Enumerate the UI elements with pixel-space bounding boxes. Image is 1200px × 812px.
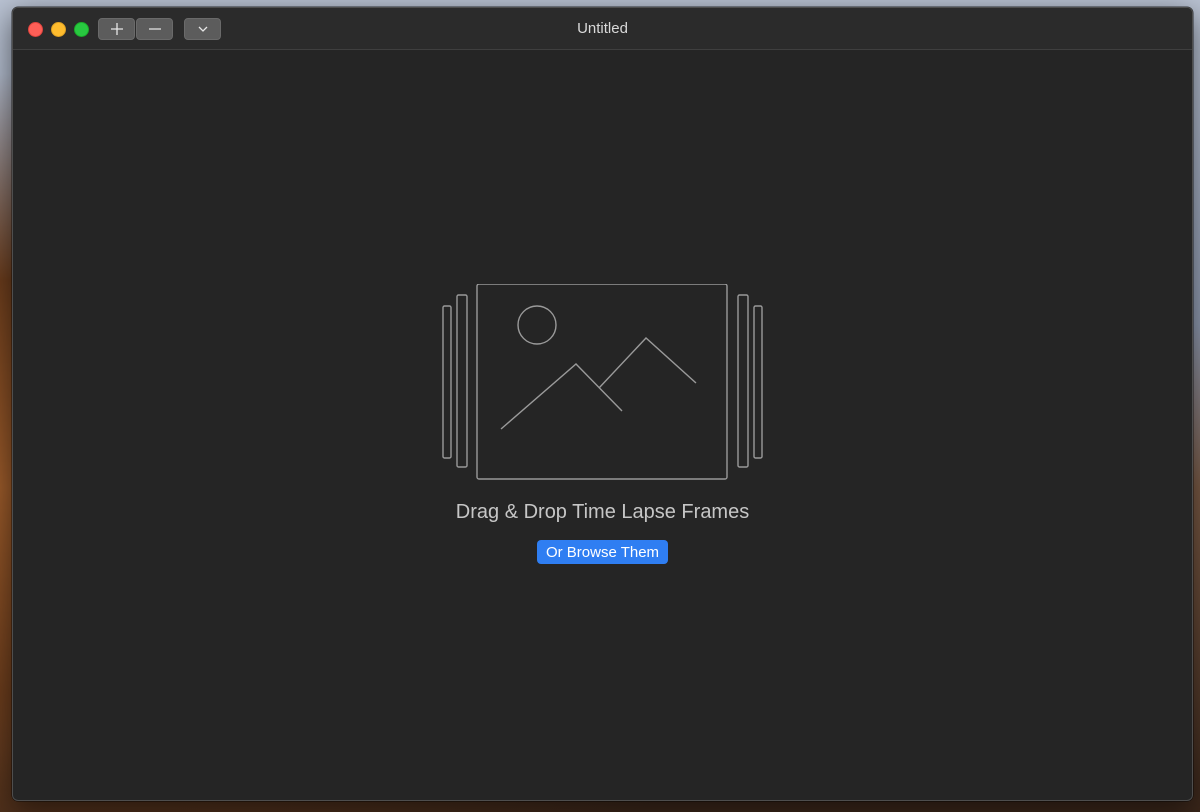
drop-instructions: Drag & Drop Time Lapse Frames bbox=[455, 501, 750, 523]
window-title: Untitled bbox=[577, 20, 628, 37]
app-window: Untitled Drag & Drop Time Lapse Frames O… bbox=[12, 7, 1193, 801]
image-frames-icon bbox=[442, 284, 763, 480]
title-bar[interactable]: Untitled bbox=[13, 8, 1192, 50]
drop-zone[interactable]: Drag & Drop Time Lapse Frames Or Browse … bbox=[13, 50, 1192, 800]
browse-button[interactable]: Or Browse Them bbox=[537, 540, 668, 564]
